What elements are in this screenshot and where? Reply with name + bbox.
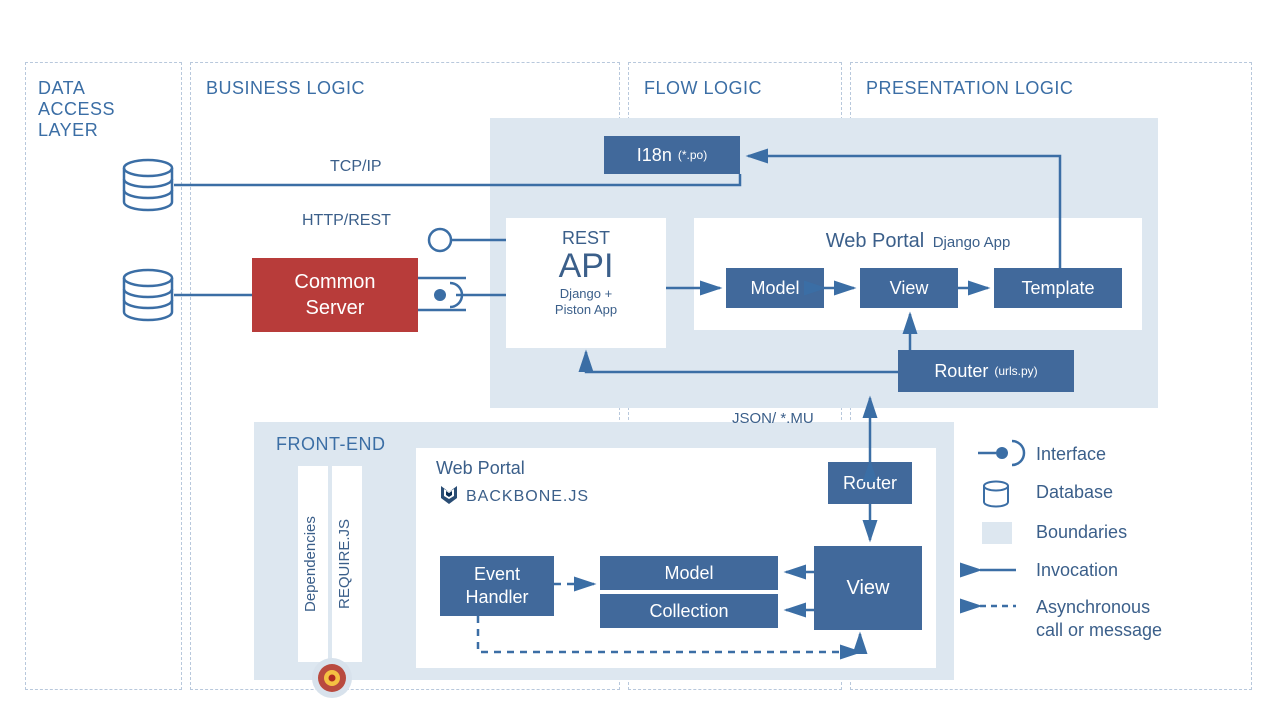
fe-event-box: Event Handler xyxy=(440,556,554,616)
i18n-label: I18n xyxy=(637,145,672,166)
i18n-box: I18n (*.po) xyxy=(604,136,740,174)
template-box: Template xyxy=(994,268,1122,308)
presentation-logic-label: PRESENTATION LOGIC xyxy=(866,78,1073,99)
legend-database: Database xyxy=(1036,482,1113,503)
rest-api-big: API xyxy=(506,247,666,286)
rest-api-title: REST xyxy=(506,218,666,249)
web-portal-sub: Django App xyxy=(933,234,1011,251)
fe-view-box: View xyxy=(814,546,922,630)
json-mu-label: JSON/ *.MU xyxy=(732,410,814,427)
legend-async: Asynchronous call or message xyxy=(1036,596,1162,643)
router-box: Router (urls.py) xyxy=(898,350,1074,392)
data-access-label: DATA ACCESS LAYER xyxy=(38,78,115,141)
backbone-logo-icon xyxy=(436,484,462,515)
data-access-layer-box xyxy=(25,62,182,690)
legend-interface: Interface xyxy=(1036,444,1106,465)
requirejs-text: REQUIRE.JS xyxy=(336,486,353,642)
fe-model-box: Model xyxy=(600,556,778,590)
common-server-box: Common Server xyxy=(252,258,418,332)
target-icon xyxy=(310,656,354,705)
i18n-sub: (*.po) xyxy=(678,148,707,162)
model-box: Model xyxy=(726,268,824,308)
legend-invocation: Invocation xyxy=(1036,560,1118,581)
view-box: View xyxy=(860,268,958,308)
router-label: Router xyxy=(934,361,988,382)
rest-api-sub: Django + Piston App xyxy=(506,286,666,319)
flow-logic-label: FLOW LOGIC xyxy=(644,78,762,99)
business-logic-label: BUSINESS LOGIC xyxy=(206,78,365,99)
fe-collection-box: Collection xyxy=(600,594,778,628)
fe-web-portal: Web Portal xyxy=(436,458,525,479)
rest-api-box: REST API Django + Piston App xyxy=(506,218,666,348)
router-sub: (urls.py) xyxy=(994,364,1037,378)
web-portal-title: Web Portal xyxy=(826,230,925,252)
legend-boundaries: Boundaries xyxy=(1036,522,1127,543)
dependencies-text: Dependencies xyxy=(302,476,319,652)
tcpip-label: TCP/IP xyxy=(330,158,382,176)
frontend-label: FRONT-END xyxy=(276,434,386,455)
httprest-label: HTTP/REST xyxy=(302,212,391,230)
fe-router-box: Router xyxy=(828,462,912,504)
fe-backbone: BACKBONE.JS xyxy=(466,488,589,506)
